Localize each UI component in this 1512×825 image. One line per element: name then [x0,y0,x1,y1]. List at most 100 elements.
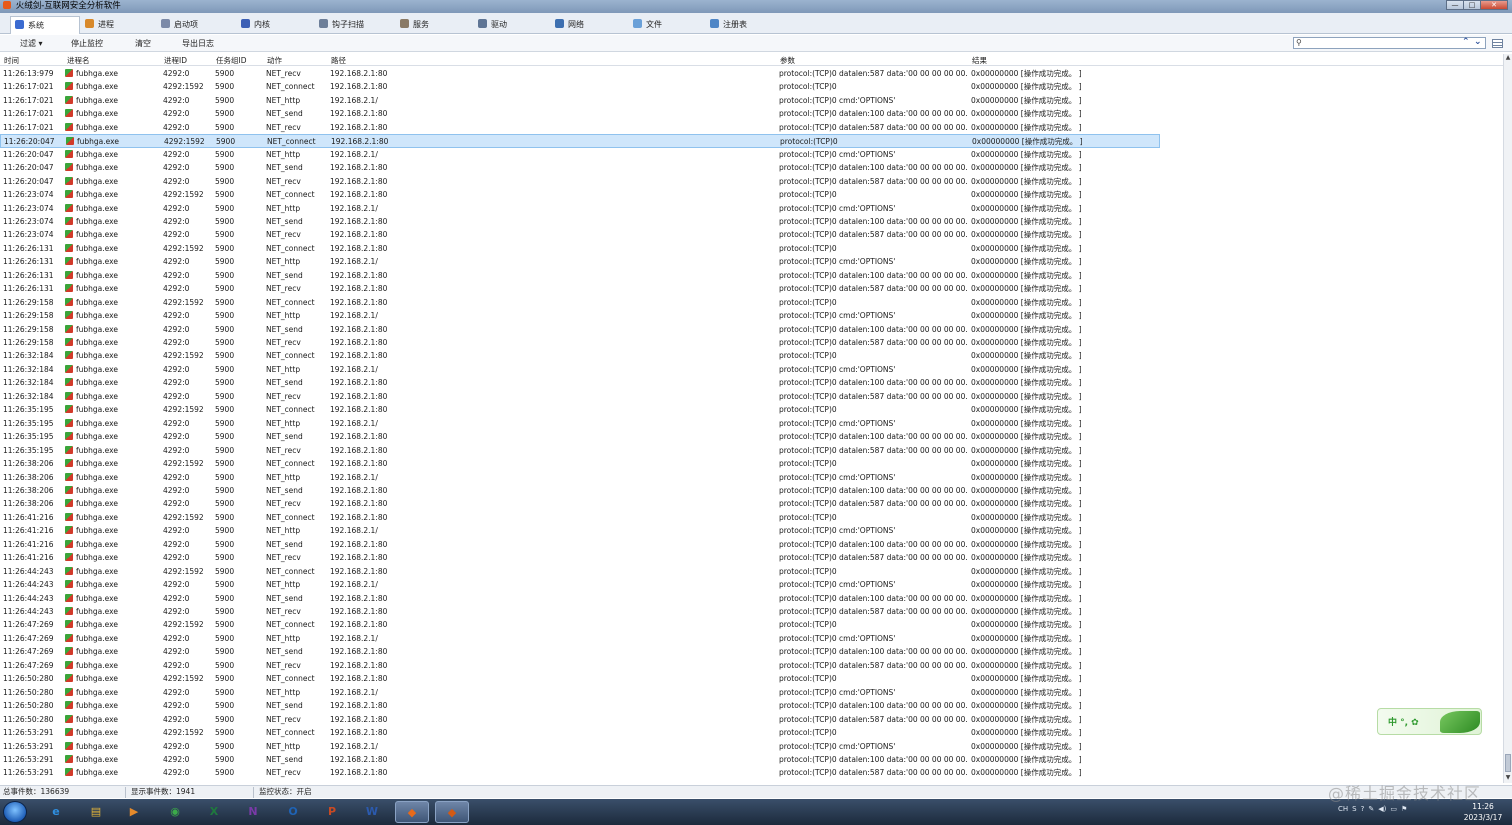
col-pid[interactable]: 进程ID [164,55,187,66]
table-row[interactable]: 11:26:20:047 fubhga.exe 4292:1592 5900 NET_c… [0,134,1160,148]
table-row[interactable]: 11:26:29:158 fubhga.exe 4292:1592 5900 NET_c… [0,296,1503,309]
tray-icon[interactable]: ⚑ [1401,805,1407,813]
table-row[interactable]: 11:26:50:280 fubhga.exe 4292:1592 5900 NET_c… [0,672,1503,685]
table-row[interactable]: 11:26:53:291 fubhga.exe 4292:1592 5900 NET_c… [0,726,1503,739]
table-row[interactable]: 11:26:47:269 fubhga.exe 4292:0 5900 NET_http… [0,632,1503,645]
close-button[interactable]: ✕ [1480,0,1508,10]
table-row[interactable]: 11:26:50:280 fubhga.exe 4292:0 5900 NET_http… [0,686,1503,699]
tab-1[interactable]: 系统 [10,16,80,34]
tab-4[interactable]: 内核 [237,16,313,34]
table-row[interactable]: 11:26:17:021 fubhga.exe 4292:1592 5900 NET_c… [0,80,1503,93]
table-row[interactable]: 11:26:20:047 fubhga.exe 4292:0 5900 NET_http… [0,148,1503,161]
scroll-down-icon[interactable]: ▼ [1504,774,1512,783]
search-next-icon[interactable]: ⌄ [1474,37,1482,47]
column-options-icon[interactable] [1492,39,1503,48]
table-row[interactable]: 11:26:23:074 fubhga.exe 4292:0 5900 NET_http… [0,202,1503,215]
table-row[interactable]: 11:26:35:195 fubhga.exe 4292:0 5900 NET_recv… [0,444,1503,457]
table-row[interactable]: 11:26:13:979 fubhga.exe 4292:0 5900 NET_recv… [0,67,1503,80]
export-log-button[interactable]: 导出日志 [182,38,214,49]
scroll-thumb[interactable] [1505,754,1511,772]
col-path[interactable]: 路径 [331,55,346,66]
table-row[interactable]: 11:26:50:280 fubhga.exe 4292:0 5900 NET_send… [0,699,1503,712]
table-row[interactable]: 11:26:26:131 fubhga.exe 4292:1592 5900 NET_c… [0,242,1503,255]
table-row[interactable]: 11:26:29:158 fubhga.exe 4292:0 5900 NET_send… [0,323,1503,336]
media-player-icon[interactable]: ▶ [117,801,151,823]
clock[interactable]: 11:26 2023/3/17 [1458,801,1508,823]
table-row[interactable]: 11:26:44:243 fubhga.exe 4292:0 5900 NET_http… [0,578,1503,591]
table-row[interactable]: 11:26:20:047 fubhga.exe 4292:0 5900 NET_send… [0,161,1503,174]
table-row[interactable]: 11:26:26:131 fubhga.exe 4292:0 5900 NET_send… [0,269,1503,282]
table-row[interactable]: 11:26:47:269 fubhga.exe 4292:1592 5900 NET_c… [0,618,1503,631]
tab-2[interactable]: 进程 [81,16,151,34]
table-row[interactable]: 11:26:23:074 fubhga.exe 4292:0 5900 NET_recv… [0,228,1503,241]
onenote-icon[interactable]: N [236,801,270,823]
tab-3[interactable]: 启动项 [157,16,233,34]
tab-6[interactable]: 服务 [396,16,472,34]
table-row[interactable]: 11:26:41:216 fubhga.exe 4292:1592 5900 NET_c… [0,511,1503,524]
clear-button[interactable]: 清空 [135,38,151,49]
filter-button[interactable]: 过滤 ▾ [20,38,43,49]
table-row[interactable]: 11:26:26:131 fubhga.exe 4292:0 5900 NET_recv… [0,282,1503,295]
table-row[interactable]: 11:26:44:243 fubhga.exe 4292:0 5900 NET_send… [0,592,1503,605]
col-task-group[interactable]: 任务组ID [216,55,247,66]
table-row[interactable]: 11:26:35:195 fubhga.exe 4292:0 5900 NET_send… [0,430,1503,443]
tray-icon[interactable]: ▭ [1390,805,1397,813]
huorong-icon[interactable]: ◆ [395,801,429,823]
table-row[interactable]: 11:26:35:195 fubhga.exe 4292:0 5900 NET_http… [0,417,1503,430]
start-button[interactable] [3,801,27,823]
word-icon[interactable]: W [355,801,389,823]
col-time[interactable]: 时间 [4,55,19,66]
table-row[interactable]: 11:26:32:184 fubhga.exe 4292:0 5900 NET_recv… [0,390,1503,403]
vertical-scrollbar[interactable]: ▲ ▼ [1503,54,1512,783]
table-row[interactable]: 11:26:38:206 fubhga.exe 4292:0 5900 NET_recv… [0,497,1503,510]
tray-icon[interactable]: ◀) [1378,805,1386,813]
stop-monitor-button[interactable]: 停止监控 [71,38,103,49]
table-row[interactable]: 11:26:53:291 fubhga.exe 4292:0 5900 NET_http… [0,740,1503,753]
powerpoint-icon[interactable]: P [315,801,349,823]
tray-icon[interactable]: ✎ [1368,805,1374,813]
scroll-up-icon[interactable]: ▲ [1504,54,1512,63]
table-row[interactable]: 11:26:17:021 fubhga.exe 4292:0 5900 NET_send… [0,107,1503,120]
excel-icon[interactable]: X [197,801,231,823]
outlook-icon[interactable]: O [276,801,310,823]
table-row[interactable]: 11:26:44:243 fubhga.exe 4292:0 5900 NET_recv… [0,605,1503,618]
tab-8[interactable]: 网络 [551,16,627,34]
table-row[interactable]: 11:26:44:243 fubhga.exe 4292:1592 5900 NET_c… [0,565,1503,578]
table-row[interactable]: 11:26:26:131 fubhga.exe 4292:0 5900 NET_http… [0,255,1503,268]
table-row[interactable]: 11:26:38:206 fubhga.exe 4292:1592 5900 NET_c… [0,457,1503,470]
table-row[interactable]: 11:26:23:074 fubhga.exe 4292:1592 5900 NET_c… [0,188,1503,201]
table-row[interactable]: 11:26:32:184 fubhga.exe 4292:1592 5900 NET_c… [0,349,1503,362]
huorong-sword-icon[interactable]: ◆ [435,801,469,823]
col-result[interactable]: 结果 [972,55,987,66]
tray-icon[interactable]: S [1352,805,1356,813]
tab-5[interactable]: 钩子扫描 [315,16,393,34]
col-params[interactable]: 参数 [780,55,795,66]
table-row[interactable]: 11:26:47:269 fubhga.exe 4292:0 5900 NET_recv… [0,659,1503,672]
table-row[interactable]: 11:26:17:021 fubhga.exe 4292:0 5900 NET_http… [0,94,1503,107]
explorer-icon[interactable]: ▤ [79,801,113,823]
tray-icon[interactable]: CH [1338,805,1348,813]
table-row[interactable]: 11:26:38:206 fubhga.exe 4292:0 5900 NET_http… [0,471,1503,484]
tab-9[interactable]: 文件 [629,16,703,34]
table-row[interactable]: 11:26:20:047 fubhga.exe 4292:0 5900 NET_recv… [0,175,1503,188]
table-row[interactable]: 11:26:41:216 fubhga.exe 4292:0 5900 NET_http… [0,524,1503,537]
table-row[interactable]: 11:26:38:206 fubhga.exe 4292:0 5900 NET_send… [0,484,1503,497]
table-row[interactable]: 11:26:17:021 fubhga.exe 4292:0 5900 NET_recv… [0,121,1503,134]
table-row[interactable]: 11:26:47:269 fubhga.exe 4292:0 5900 NET_send… [0,645,1503,658]
table-row[interactable]: 11:26:41:216 fubhga.exe 4292:0 5900 NET_recv… [0,551,1503,564]
ime-toolbar[interactable]: 中 °, ✿ [1377,708,1482,735]
ie-icon[interactable]: e [39,801,73,823]
table-row[interactable]: 11:26:53:291 fubhga.exe 4292:0 5900 NET_recv… [0,766,1503,779]
tab-10[interactable]: 注册表 [706,16,786,34]
table-row[interactable]: 11:26:29:158 fubhga.exe 4292:0 5900 NET_recv… [0,336,1503,349]
table-row[interactable]: 11:26:41:216 fubhga.exe 4292:0 5900 NET_send… [0,538,1503,551]
table-row[interactable]: 11:26:50:280 fubhga.exe 4292:0 5900 NET_recv… [0,713,1503,726]
col-process[interactable]: 进程名 [67,55,90,66]
table-row[interactable]: 11:26:32:184 fubhga.exe 4292:0 5900 NET_send… [0,376,1503,389]
chrome-icon[interactable]: ◉ [158,801,192,823]
maximize-button[interactable]: □ [1463,0,1481,10]
table-row[interactable]: 11:26:23:074 fubhga.exe 4292:0 5900 NET_send… [0,215,1503,228]
tab-7[interactable]: 驱动 [474,16,548,34]
search-prev-icon[interactable]: ⌃ [1462,37,1470,47]
col-action[interactable]: 动作 [267,55,282,66]
